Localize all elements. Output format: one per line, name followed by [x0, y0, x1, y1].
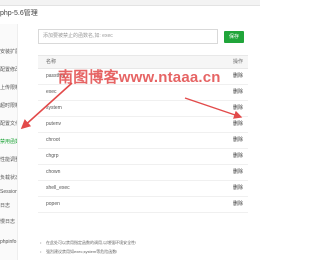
- function-name: chroot: [46, 137, 60, 143]
- sidebar-item-session-config[interactable]: Session配置: [0, 186, 17, 198]
- function-name: chown: [46, 169, 61, 175]
- tip-text: 在此处可以禁用指定函数的调用,以增强环境安全性!: [38, 238, 248, 247]
- sidebar-item-disabled-functions[interactable]: 禁用函数: [0, 136, 17, 148]
- delete-link[interactable]: 删除: [233, 85, 243, 100]
- sidebar-item-install-extension[interactable]: 安装扩展: [0, 46, 17, 58]
- table-row: shell_exec 删除: [38, 181, 248, 197]
- sidebar-item-log[interactable]: 日志: [0, 200, 17, 212]
- window-title: php-5.6管理: [0, 10, 38, 17]
- sidebar-item-config-file[interactable]: 配置文件: [0, 118, 17, 130]
- delete-link[interactable]: 删除: [233, 197, 243, 212]
- delete-link[interactable]: 删除: [233, 101, 243, 116]
- sidebar-item-timeout-limit[interactable]: 超时限制: [0, 100, 17, 112]
- tip-text: 强烈建议禁用如exec,system等危险函数!: [38, 247, 248, 256]
- delete-link[interactable]: 删除: [233, 149, 243, 164]
- watermark-text: 南图博客www.ntaaa.cn: [58, 69, 221, 86]
- function-name: chgrp: [46, 153, 59, 159]
- function-name: putenv: [46, 121, 62, 127]
- top-tab-bar: [0, 0, 260, 6]
- table-row: exec 删除: [38, 85, 248, 101]
- column-header-action: 操作: [232, 59, 243, 65]
- sidebar-item-upload-limit[interactable]: 上传限制: [0, 82, 17, 94]
- function-name: system: [46, 105, 62, 111]
- table-row: chown 删除: [38, 165, 248, 181]
- table-row: chgrp 删除: [38, 149, 248, 165]
- table-row: chroot 删除: [38, 133, 248, 149]
- delete-link[interactable]: 删除: [233, 69, 243, 84]
- function-name-input[interactable]: 添加要被禁止的函数名,如: exec: [38, 29, 218, 44]
- sidebar-item-config-edit[interactable]: 配置修改: [0, 64, 17, 76]
- function-name: popen: [46, 201, 60, 207]
- save-button[interactable]: 保存: [224, 31, 244, 43]
- sidebar-item-phpinfo[interactable]: phpinfo: [0, 236, 17, 248]
- function-name: shell_exec: [46, 185, 70, 191]
- sidebar-item-slow-log[interactable]: 慢日志: [0, 216, 17, 228]
- tips-list: 在此处可以禁用指定函数的调用,以增强环境安全性! 强烈建议禁用如exec,sys…: [38, 238, 248, 256]
- function-name: exec: [46, 89, 57, 95]
- sidebar-item-load-status[interactable]: 负载状态: [0, 172, 17, 184]
- column-header-name: 名称: [46, 59, 57, 65]
- table-row: putenv 删除: [38, 117, 248, 133]
- add-function-row: 添加要被禁止的函数名,如: exec 保存: [38, 29, 248, 45]
- delete-link[interactable]: 删除: [233, 165, 243, 180]
- sidebar: 安装扩展 配置修改 上传限制 超时限制 配置文件 禁用函数 性能调整 负载状态 …: [0, 24, 18, 260]
- delete-link[interactable]: 删除: [233, 181, 243, 196]
- table-row: popen 删除: [38, 197, 248, 213]
- delete-link[interactable]: 删除: [233, 133, 243, 148]
- table-row: system 删除: [38, 101, 248, 117]
- sidebar-item-performance[interactable]: 性能调整: [0, 154, 17, 166]
- delete-link[interactable]: 删除: [233, 117, 243, 132]
